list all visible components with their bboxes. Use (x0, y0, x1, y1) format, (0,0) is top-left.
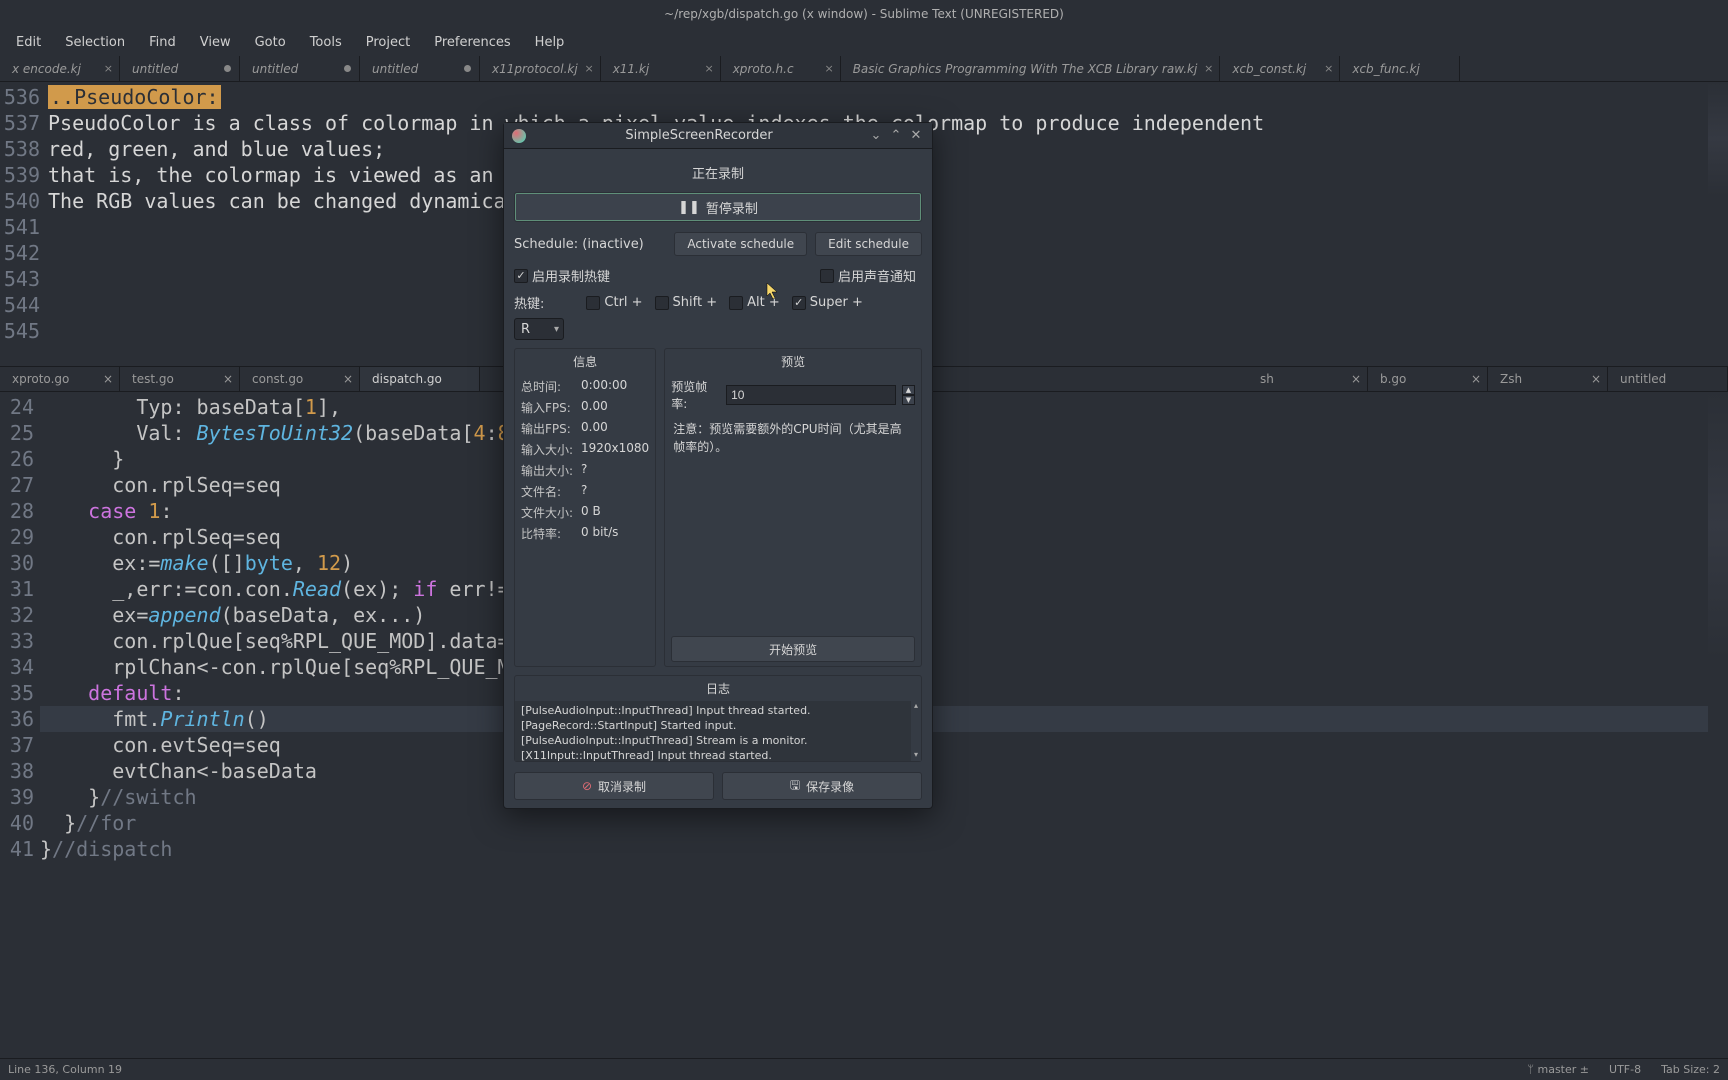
tab-Zsh[interactable]: Zsh× (1488, 367, 1608, 391)
hotkey-key-select[interactable]: R (514, 318, 564, 340)
recording-status: 正在录制 (514, 157, 922, 188)
tab-close-icon[interactable]: × (223, 372, 233, 386)
tab-xproto-go[interactable]: xproto.go× (0, 367, 120, 391)
menu-find[interactable]: Find (137, 35, 188, 50)
screen-recorder-dialog: SimpleScreenRecorder ⌄ ⌃ ✕ 正在录制 ❚❚ 暂停录制 … (503, 122, 933, 809)
tab-bar-top: x encode.kj×untitleduntitleduntitledx11p… (0, 56, 1728, 82)
save-recording-button[interactable]: 🖫 保存录像 (722, 772, 922, 800)
tab-close-icon[interactable]: × (103, 372, 113, 386)
tab-x-encode-kj[interactable]: x encode.kj× (0, 56, 120, 81)
tab-xproto-h-c[interactable]: xproto.h.c× (721, 56, 841, 81)
save-icon: 🖫 (790, 776, 800, 797)
tab-const-go[interactable]: const.go× (240, 367, 360, 391)
pause-icon: ❚❚ (678, 200, 700, 215)
status-cursor-pos: Line 136, Column 19 (8, 1063, 122, 1076)
minimize-icon[interactable]: ⌄ (868, 128, 884, 143)
shift-checkbox[interactable] (655, 296, 669, 310)
maximize-icon[interactable]: ⌃ (888, 128, 904, 143)
gutter-top: 536537538539540541542543544545 (0, 82, 40, 366)
log-scrollbar[interactable]: ▴▾ (911, 701, 921, 761)
enable-sound-checkbox[interactable] (820, 269, 834, 283)
alt-checkbox[interactable] (729, 296, 743, 310)
dirty-indicator-icon (344, 65, 351, 72)
tab-dispatch-go[interactable]: dispatch.go (360, 367, 480, 391)
tab-untitled[interactable]: untitled (240, 56, 360, 81)
gutter-bottom: 242526272829303132333435363738394041 (0, 392, 34, 1058)
preview-fps-input[interactable] (726, 385, 896, 405)
enable-sound-label: 启用声音通知 (838, 266, 916, 285)
tab-close-icon[interactable]: × (1324, 62, 1333, 75)
preview-panel: 预览 预览帧率: ▲▼ 注意：预览需要额外的CPU时间（尤其是高帧率的）。 开始… (664, 348, 922, 667)
tab-b-go[interactable]: b.go× (1368, 367, 1488, 391)
info-panel: 信息 总时间:0:00:00 输入FPS:0.00 输出FPS:0.00 输入大… (514, 348, 656, 667)
log-textarea[interactable]: [PulseAudioInput::InputThread] Input thr… (515, 701, 921, 761)
log-panel: 日志 [PulseAudioInput::InputThread] Input … (514, 675, 922, 762)
menu-preferences[interactable]: Preferences (422, 35, 522, 50)
cancel-recording-button[interactable]: ⊘ 取消录制 (514, 772, 714, 800)
menu-tools[interactable]: Tools (298, 35, 354, 50)
tab-xcb_func-kj[interactable]: xcb_func.kj (1340, 56, 1460, 81)
dirty-indicator-icon (464, 65, 471, 72)
minimap-bottom[interactable] (1708, 392, 1728, 1058)
menu-view[interactable]: View (188, 35, 243, 50)
preview-fps-label: 预览帧率: (671, 378, 720, 412)
tab-close-icon[interactable]: × (1591, 372, 1601, 386)
ctrl-checkbox[interactable] (586, 296, 600, 310)
hotkey-label: 热键: (514, 293, 544, 312)
status-git-branch[interactable]: ᛘ master ± (1527, 1063, 1589, 1076)
tab-untitled[interactable]: untitled (120, 56, 240, 81)
app-icon (512, 129, 526, 143)
super-checkbox[interactable]: ✓ (792, 296, 806, 310)
tab-untitled[interactable]: untitled (360, 56, 480, 81)
cancel-icon: ⊘ (582, 779, 592, 793)
tab-x11-kj[interactable]: x11.kj× (601, 56, 721, 81)
menu-goto[interactable]: Goto (243, 35, 298, 50)
tab-close-icon[interactable]: × (104, 62, 113, 75)
menu-project[interactable]: Project (354, 35, 422, 50)
menu-selection[interactable]: Selection (53, 35, 137, 50)
tab-close-icon[interactable]: × (584, 62, 593, 75)
tab-Basic-Graphics-Programming-With-The-XCB-Library-raw-kj[interactable]: Basic Graphics Programming With The XCB … (841, 56, 1221, 81)
tab-close-icon[interactable]: × (343, 372, 353, 386)
tab-close-icon[interactable]: × (1204, 62, 1213, 75)
enable-hotkey-checkbox[interactable]: ✓ (514, 269, 528, 283)
schedule-status: Schedule: (inactive) (514, 237, 666, 252)
info-panel-title: 信息 (515, 349, 655, 374)
tab-close-icon[interactable]: × (824, 62, 833, 75)
window-titlebar: ~/rep/xgb/dispatch.go (x window) - Subli… (0, 0, 1728, 28)
menu-help[interactable]: Help (523, 35, 577, 50)
menu-bar: EditSelectionFindViewGotoToolsProjectPre… (0, 28, 1728, 56)
preview-panel-title: 预览 (665, 349, 921, 374)
activate-schedule-button[interactable]: Activate schedule (674, 232, 807, 256)
log-panel-title: 日志 (515, 676, 921, 701)
tab-close-icon[interactable]: × (1351, 372, 1361, 386)
tab-xcb_const-kj[interactable]: xcb_const.kj× (1220, 56, 1340, 81)
status-tabsize[interactable]: Tab Size: 2 (1661, 1063, 1720, 1076)
tab-close-icon[interactable]: × (1471, 372, 1481, 386)
enable-hotkey-label: 启用录制热键 (532, 266, 610, 285)
status-encoding[interactable]: UTF-8 (1609, 1063, 1641, 1076)
status-bar: Line 136, Column 19 ᛘ master ± UTF-8 Tab… (0, 1058, 1728, 1080)
tab-test-go[interactable]: test.go× (120, 367, 240, 391)
edit-schedule-button[interactable]: Edit schedule (815, 232, 922, 256)
dialog-title: SimpleScreenRecorder (534, 128, 864, 143)
dirty-indicator-icon (224, 65, 231, 72)
close-icon[interactable]: ✕ (908, 128, 924, 143)
tab-close-icon[interactable]: × (704, 62, 713, 75)
pause-recording-button[interactable]: ❚❚ 暂停录制 (514, 192, 922, 222)
preview-fps-spinner[interactable]: ▲▼ (902, 385, 915, 405)
minimap-top[interactable] (1708, 82, 1728, 366)
tab-x11protocol-kj[interactable]: x11protocol.kj× (480, 56, 601, 81)
tab-untitled[interactable]: untitled (1608, 367, 1728, 391)
tab-sh[interactable]: sh× (1248, 367, 1368, 391)
menu-edit[interactable]: Edit (4, 35, 53, 50)
preview-note: 注意：预览需要额外的CPU时间（尤其是高帧率的）。 (665, 416, 921, 460)
start-preview-button[interactable]: 开始预览 (671, 636, 915, 662)
